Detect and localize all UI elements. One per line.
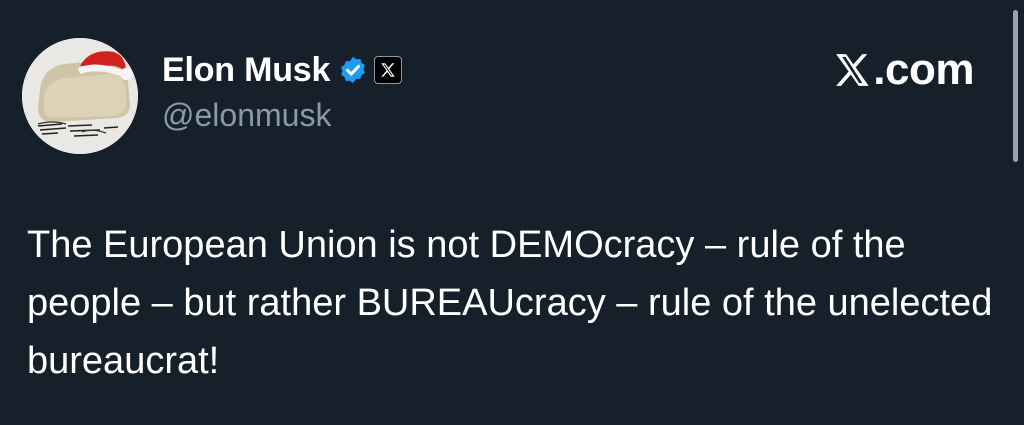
author-handle[interactable]: @elonmusk xyxy=(162,97,331,134)
tweet-text: The European Union is not DEMOcracy – ru… xyxy=(27,224,993,382)
brand-domain: .com xyxy=(873,45,974,94)
x-logo-icon xyxy=(374,56,403,84)
scrollbar[interactable] xyxy=(1013,10,1018,162)
avatar[interactable] xyxy=(22,38,138,154)
verified-badge-icon xyxy=(338,55,368,85)
tweet-card: Elon Musk @elonmusk .com The European Un… xyxy=(0,0,1024,425)
brand-logo: .com xyxy=(832,48,974,92)
author-row: Elon Musk xyxy=(162,48,403,92)
avatar-image xyxy=(22,38,138,154)
display-name[interactable]: Elon Musk xyxy=(162,51,330,90)
x-logo-icon xyxy=(832,50,872,90)
